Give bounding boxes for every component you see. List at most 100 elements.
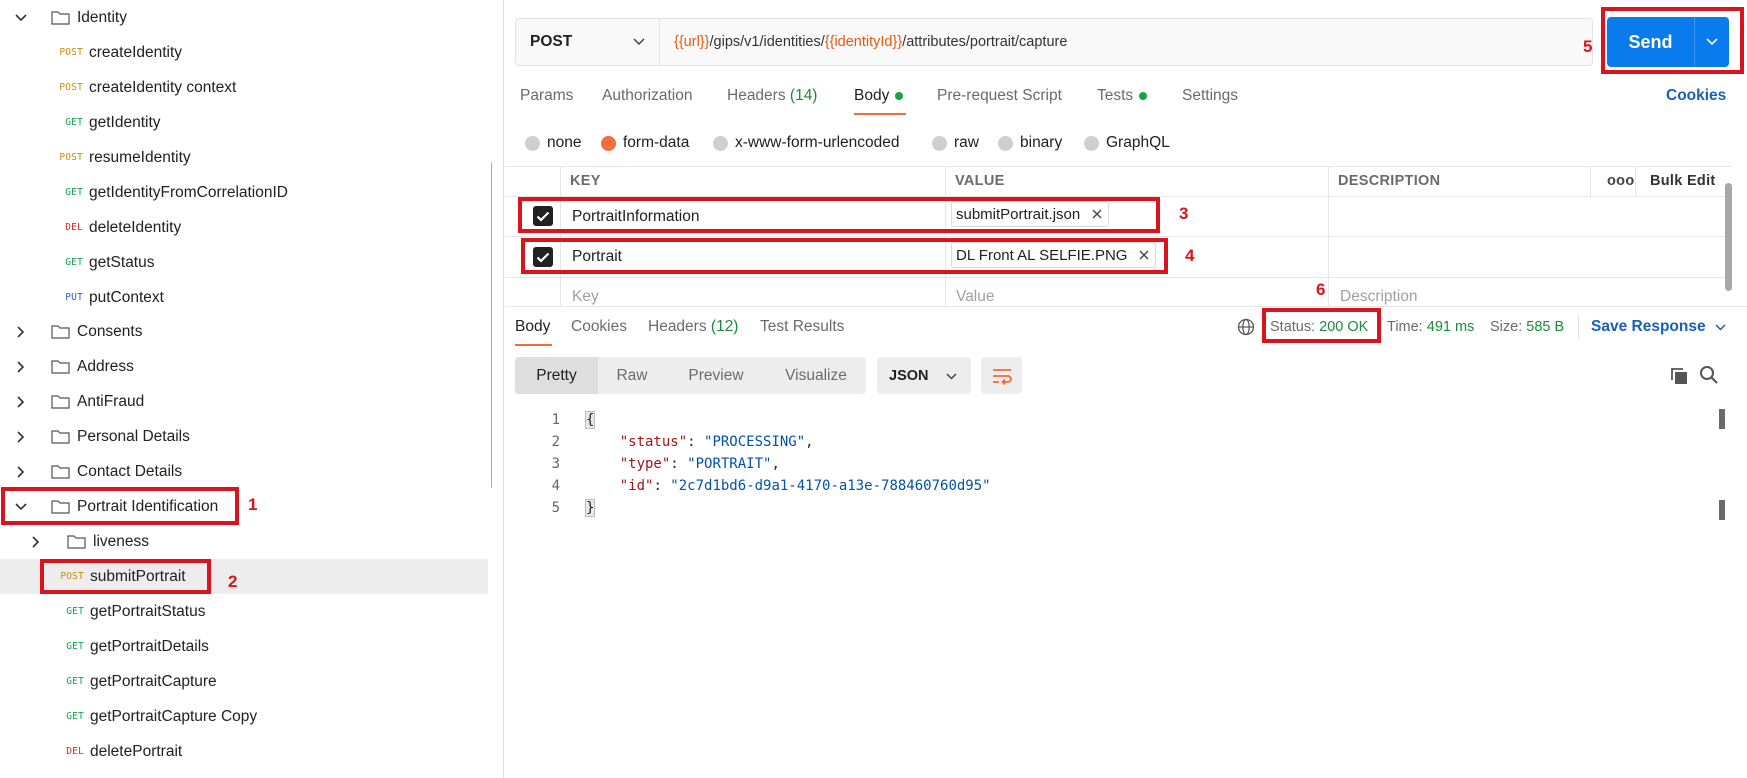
request-bar: POST {{url}}/gips/v1/identities/{{identi…: [515, 18, 1593, 66]
response-divider[interactable]: [505, 306, 1747, 307]
code-line[interactable]: }: [584, 499, 596, 517]
chevron-right-icon[interactable]: [26, 535, 46, 548]
annotation-number-2: 2: [228, 572, 238, 591]
sidebar-scrollbar[interactable]: [491, 160, 492, 490]
radio-button[interactable]: [525, 135, 540, 151]
request-item[interactable]: GET getPortraitCapture Copy: [0, 699, 488, 734]
response-view-switcher: Pretty Raw Preview Visualize: [515, 357, 866, 394]
method-badge: GET: [65, 257, 83, 268]
save-response-button[interactable]: Save Response: [1591, 318, 1726, 336]
folder-label: AntiFraud: [77, 392, 145, 410]
request-item[interactable]: POST resumeIdentity: [0, 140, 488, 175]
radio-button[interactable]: [932, 135, 947, 151]
request-item[interactable]: GET getPortraitStatus: [0, 594, 488, 629]
key-placeholder[interactable]: Key: [572, 288, 599, 306]
response-time[interactable]: Time: 491 ms: [1387, 319, 1474, 335]
wrap-lines-icon[interactable]: [981, 357, 1022, 394]
view-visualize[interactable]: Visualize: [766, 357, 866, 394]
json-value: "PROCESSING": [704, 434, 806, 450]
radio-button[interactable]: [713, 135, 728, 151]
request-item[interactable]: DEL deleteIdentity: [0, 210, 488, 245]
request-label: getIdentity: [89, 113, 161, 131]
folder-personal-details[interactable]: Personal Details: [0, 419, 488, 454]
request-item[interactable]: GET getPortraitCapture: [0, 664, 488, 699]
radio-urlencoded[interactable]: x-www-form-urlencoded: [713, 134, 900, 152]
folder-contact-details[interactable]: Contact Details: [0, 454, 488, 489]
tab-authorization[interactable]: Authorization: [602, 87, 692, 105]
request-item[interactable]: DEL deletePortrait: [0, 734, 488, 769]
radio-button-selected[interactable]: [601, 135, 616, 151]
folder-label: Contact Details: [77, 462, 183, 480]
tab-body[interactable]: Body: [854, 87, 904, 105]
request-item[interactable]: GET getStatus: [0, 245, 488, 280]
view-preview[interactable]: Preview: [666, 357, 766, 394]
response-size[interactable]: Size: 585 B: [1490, 319, 1564, 335]
response-tab-body[interactable]: Body: [515, 318, 550, 336]
code-line[interactable]: "id": "2c7d1bd6-d9a1-4170-a13e-788460760…: [586, 478, 991, 494]
radio-button[interactable]: [998, 135, 1013, 151]
folder-identity[interactable]: Identity: [0, 0, 488, 35]
radio-form-data[interactable]: form-data: [601, 134, 689, 152]
request-item[interactable]: GET getPortraitDetails: [0, 629, 488, 664]
value-placeholder[interactable]: Value: [956, 288, 995, 306]
copy-icon[interactable]: [1669, 366, 1689, 390]
folder-antifraud[interactable]: AntiFraud: [0, 384, 488, 419]
cookies-link[interactable]: Cookies: [1666, 87, 1726, 105]
request-item[interactable]: POST createIdentity: [0, 35, 488, 70]
chevron-right-icon[interactable]: [11, 395, 31, 408]
request-item[interactable]: GET getIdentity: [0, 105, 488, 140]
description-placeholder[interactable]: Description: [1340, 288, 1418, 306]
tab-settings[interactable]: Settings: [1182, 87, 1238, 105]
separator: [1578, 315, 1579, 339]
radio-label: GraphQL: [1106, 134, 1170, 151]
chevron-down-icon: [946, 368, 957, 384]
search-icon[interactable]: [1699, 365, 1719, 389]
bulk-edit-button[interactable]: Bulk Edit: [1635, 166, 1732, 196]
chevron-down-icon[interactable]: [11, 13, 31, 22]
folder-icon: [51, 464, 70, 479]
line-number: 3: [551, 456, 560, 472]
response-tab-test-results[interactable]: Test Results: [760, 318, 844, 336]
request-item[interactable]: GET getIdentityFromCorrelationID: [0, 175, 488, 210]
code-line[interactable]: {: [584, 411, 596, 429]
table-scrollbar[interactable]: [1725, 183, 1732, 291]
format-dropdown[interactable]: JSON: [877, 357, 971, 394]
folder-liveness[interactable]: liveness: [0, 524, 488, 559]
radio-button[interactable]: [1084, 135, 1099, 151]
folder-address[interactable]: Address: [0, 349, 488, 384]
radio-none[interactable]: none: [525, 134, 581, 152]
folder-consents[interactable]: Consents: [0, 314, 488, 349]
folder-icon: [67, 534, 86, 549]
tab-params[interactable]: Params: [520, 87, 573, 105]
chevron-down-icon: [633, 33, 645, 51]
tab-prerequest[interactable]: Pre-request Script: [937, 87, 1062, 105]
request-item[interactable]: PUT putContext: [0, 280, 488, 315]
response-tab-cookies[interactable]: Cookies: [571, 318, 627, 336]
radio-label: none: [547, 134, 582, 151]
method-badge: POST: [59, 152, 83, 163]
tab-headers[interactable]: Headers (14): [727, 87, 817, 105]
radio-raw[interactable]: raw: [932, 134, 979, 152]
line-number: 5: [551, 500, 560, 516]
code-line[interactable]: "status": "PROCESSING",: [586, 434, 814, 450]
pane-divider[interactable]: [503, 0, 504, 778]
annotation-number-4: 4: [1185, 246, 1195, 265]
chevron-right-icon[interactable]: [11, 430, 31, 443]
chevron-right-icon[interactable]: [11, 325, 31, 338]
method-dropdown[interactable]: POST: [516, 19, 660, 65]
view-raw[interactable]: Raw: [598, 357, 666, 394]
view-pretty[interactable]: Pretty: [515, 357, 598, 394]
url-input[interactable]: {{url}}/gips/v1/identities/{{identityId}…: [660, 34, 1067, 50]
code-line[interactable]: "type": "PORTRAIT",: [586, 456, 780, 472]
globe-icon[interactable]: [1237, 318, 1255, 340]
chevron-right-icon[interactable]: [11, 465, 31, 478]
annotation-number-6: 6: [1316, 280, 1326, 299]
response-tab-headers[interactable]: Headers (12): [648, 318, 738, 336]
request-item[interactable]: POST createIdentity context: [0, 70, 488, 105]
request-label: createIdentity: [89, 43, 183, 61]
radio-graphql[interactable]: GraphQL: [1084, 134, 1170, 152]
chevron-right-icon[interactable]: [11, 360, 31, 373]
tab-tests[interactable]: Tests: [1097, 87, 1148, 105]
annotation-number-3: 3: [1179, 204, 1189, 223]
radio-binary[interactable]: binary: [998, 134, 1062, 152]
